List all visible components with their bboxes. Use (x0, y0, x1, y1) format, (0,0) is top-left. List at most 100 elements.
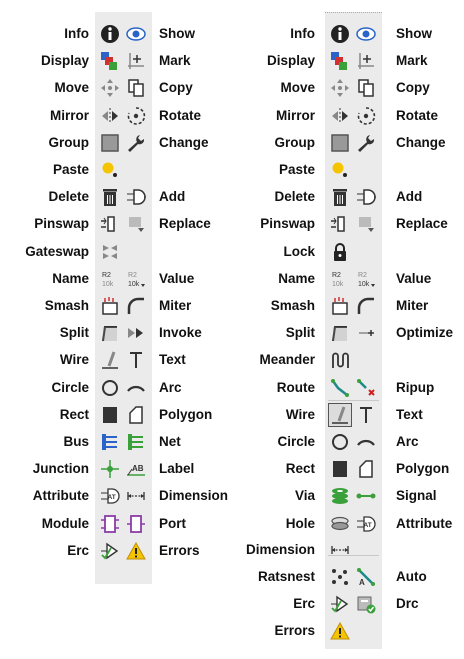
net-icon[interactable] (125, 431, 147, 453)
errors-icon[interactable] (329, 620, 351, 642)
rect-icon[interactable] (329, 458, 351, 480)
miter-icon[interactable] (125, 295, 147, 317)
right-label-delete: Delete (274, 189, 315, 205)
display-icon[interactable] (329, 50, 351, 72)
move-icon[interactable] (329, 77, 351, 99)
right-label-errors: Errors (274, 623, 315, 639)
display-icon[interactable] (99, 50, 121, 72)
group-icon[interactable] (329, 132, 351, 154)
label-icon[interactable]: AB (125, 458, 147, 480)
pinswap-icon[interactable] (99, 213, 121, 235)
left-label-pinswap: Pinswap (34, 216, 89, 232)
rotate-icon[interactable] (125, 105, 147, 127)
drc-icon[interactable] (355, 593, 377, 615)
gateswap-icon[interactable] (99, 241, 121, 263)
dimension-icon[interactable] (329, 539, 351, 561)
port-icon[interactable] (125, 513, 147, 535)
wire-icon[interactable] (328, 402, 352, 427)
left-label-port: Port (159, 515, 186, 531)
arc-icon[interactable] (355, 431, 377, 453)
move-icon[interactable] (99, 77, 121, 99)
info-icon[interactable] (99, 23, 121, 45)
left-label-circle: Circle (51, 379, 89, 395)
add-icon[interactable] (355, 186, 377, 208)
delete-icon[interactable] (329, 186, 351, 208)
mark-icon[interactable] (355, 50, 377, 72)
right-label-value: Value (396, 270, 432, 286)
copy-icon[interactable] (125, 77, 147, 99)
left-label-arc: Arc (159, 379, 182, 395)
right-label-signal: Signal (396, 488, 437, 504)
split-icon[interactable] (99, 322, 121, 344)
replace-icon[interactable] (125, 213, 147, 235)
copy-icon[interactable] (355, 77, 377, 99)
right-label-polygon: Polygon (396, 461, 450, 477)
mirror-icon[interactable] (329, 105, 351, 127)
value-icon[interactable]: R2 10k (355, 268, 377, 290)
left-label-paste: Paste (52, 162, 89, 177)
name-icon[interactable]: R2 10k (329, 268, 351, 290)
ripup-icon[interactable] (355, 377, 377, 399)
change-icon[interactable] (125, 132, 147, 154)
smash-icon[interactable] (329, 295, 351, 317)
right-label-lock: Lock (283, 243, 315, 259)
optimize-icon[interactable] (355, 322, 377, 344)
polygon-icon[interactable] (355, 458, 377, 480)
lock-icon[interactable] (329, 241, 351, 263)
left-label-info: Info (64, 26, 89, 41)
split-icon[interactable] (329, 322, 351, 344)
ratsnest-icon[interactable] (329, 566, 351, 588)
left-label-name: Name (52, 270, 89, 286)
left-label-value: Value (159, 270, 195, 286)
delete-icon[interactable] (99, 186, 121, 208)
pinswap-icon[interactable] (329, 213, 351, 235)
left-label-replace: Replace (159, 216, 211, 232)
signal-icon[interactable] (355, 485, 377, 507)
rect-icon[interactable] (99, 404, 121, 426)
add-icon[interactable] (125, 186, 147, 208)
value-icon[interactable]: R2 10k (125, 268, 147, 290)
text-icon[interactable] (355, 404, 377, 426)
bus-icon[interactable] (99, 431, 121, 453)
attribute-icon[interactable]: AT (99, 485, 121, 507)
hole-icon[interactable] (329, 513, 351, 535)
info-icon[interactable] (329, 23, 351, 45)
circle-icon[interactable] (99, 377, 121, 399)
right-label-rect: Rect (285, 461, 315, 477)
circle-icon[interactable] (329, 431, 351, 453)
show-icon[interactable] (125, 23, 147, 45)
left-label-display: Display (40, 53, 89, 69)
right-label-name: Name (278, 270, 315, 286)
group-icon[interactable] (99, 132, 121, 154)
module-icon[interactable] (99, 513, 121, 535)
rotate-icon[interactable] (355, 105, 377, 127)
paste-icon[interactable] (99, 159, 121, 181)
miter-icon[interactable] (355, 295, 377, 317)
arc-icon[interactable] (125, 377, 147, 399)
mirror-icon[interactable] (99, 105, 121, 127)
svg-text:R2: R2 (332, 272, 341, 279)
smash-icon[interactable] (99, 295, 121, 317)
text-icon[interactable] (125, 349, 147, 371)
erc-icon[interactable] (99, 540, 121, 562)
replace-icon[interactable] (355, 213, 377, 235)
meander-icon[interactable] (329, 349, 351, 371)
right-label-via: Via (294, 488, 315, 504)
invoke-icon[interactable] (125, 322, 147, 344)
route-icon[interactable] (329, 377, 351, 399)
auto-icon[interactable]: A (355, 566, 377, 588)
left-label-junction: Junction (32, 461, 89, 477)
attribute-icon[interactable]: AT (355, 513, 377, 535)
paste-icon[interactable] (329, 159, 351, 181)
polygon-icon[interactable] (125, 404, 147, 426)
name-icon[interactable]: R2 10k (99, 268, 121, 290)
erc-icon[interactable] (329, 593, 351, 615)
via-icon[interactable] (329, 485, 351, 507)
dimension-icon[interactable] (125, 485, 147, 507)
junction-icon[interactable] (99, 458, 121, 480)
show-icon[interactable] (355, 23, 377, 45)
wire-icon[interactable] (99, 349, 121, 371)
errors-icon[interactable] (125, 540, 147, 562)
change-icon[interactable] (355, 132, 377, 154)
mark-icon[interactable] (125, 50, 147, 72)
